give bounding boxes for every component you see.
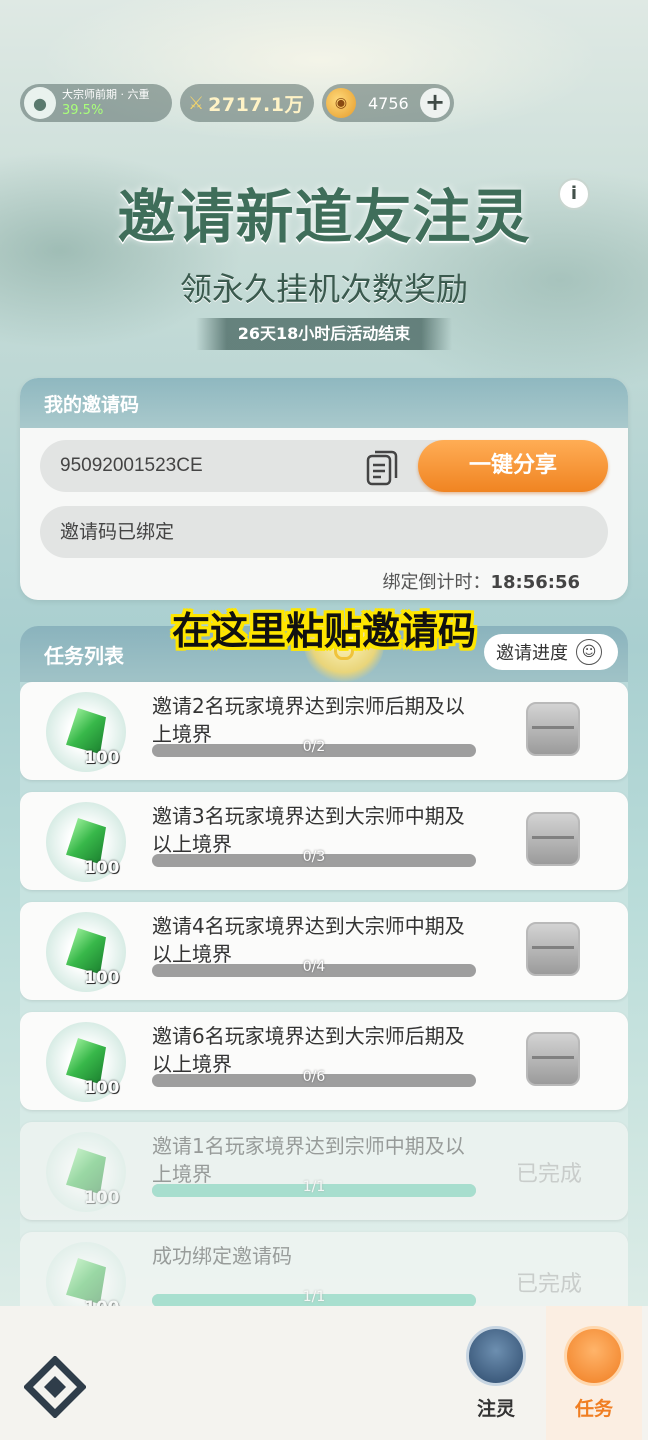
task-progress-text: 1/1: [302, 1289, 326, 1305]
realm-avatar-icon: ●: [24, 87, 56, 119]
reward-icon: 100: [46, 1242, 126, 1306]
page-subtitle: 领永久挂机次数奖励: [179, 270, 468, 308]
power-badge[interactable]: ⚔ 2717.1万: [180, 84, 314, 122]
realm-badge[interactable]: ● 大宗师前期 · 六重 39.5%: [20, 84, 172, 122]
reward-count: 100: [84, 968, 120, 988]
task-item[interactable]: 100 邀请1名玩家境界达到宗师中期及以上境界 1/1 已完成: [20, 1122, 628, 1220]
reward-count: 100: [84, 1078, 120, 1098]
task-icon: [564, 1326, 624, 1386]
task-progress-text: 0/4: [302, 959, 326, 975]
app-logo-icon[interactable]: [24, 1356, 86, 1418]
reward-count: 100: [84, 1188, 120, 1208]
task-progress-bar: 1/1: [152, 1289, 476, 1306]
task-progress-text: 0/2: [302, 739, 326, 755]
invite-section-title: 我的邀请码: [20, 378, 628, 428]
bind-countdown-value: 18:56:56: [490, 572, 580, 593]
nav-task[interactable]: 任务: [546, 1306, 642, 1440]
event-countdown: 26天18小时后活动结束: [196, 318, 452, 350]
realm-progress: 39.5%: [62, 103, 104, 118]
reward-icon: 100: [46, 1022, 126, 1102]
task-progress-text: 0/6: [302, 1069, 326, 1085]
treasure-chest-icon[interactable]: [526, 1032, 580, 1086]
bind-countdown-label: 绑定倒计时：: [382, 572, 491, 593]
reward-count: 100: [84, 748, 120, 768]
bottom-nav: 注灵 任务: [0, 1306, 648, 1440]
task-progress-text: 1/1: [302, 1179, 326, 1195]
task-item[interactable]: 100 邀请4名玩家境界达到大宗师中期及以上境界 0/4: [20, 902, 628, 1000]
reward-count: 100: [84, 1298, 120, 1306]
spirit-coin-icon: ◉: [326, 88, 356, 118]
task-progress-bar: 0/4: [152, 959, 476, 977]
treasure-chest-icon[interactable]: [526, 812, 580, 866]
task-item[interactable]: 100 邀请6名玩家境界达到大宗师后期及以上境界 0/6: [20, 1012, 628, 1110]
add-coin-button[interactable]: +: [420, 88, 450, 118]
reward-icon: 100: [46, 1132, 126, 1212]
zhuling-icon: [466, 1326, 526, 1386]
task-progress-bar: 1/1: [152, 1179, 476, 1197]
task-progress-bar: 0/2: [152, 739, 476, 757]
power-icon: ⚔: [188, 92, 205, 114]
power-value: 2717.1万: [208, 93, 304, 116]
share-button[interactable]: 一键分享: [418, 440, 608, 492]
treasure-chest-icon[interactable]: [526, 702, 580, 756]
nav-zhuling[interactable]: 注灵: [456, 1326, 536, 1421]
task-progress-bar: 0/6: [152, 1069, 476, 1087]
reward-count: 100: [84, 858, 120, 878]
status-bar: ● 大宗师前期 · 六重 39.5% ⚔ 2717.1万 ◉ 4756 +: [20, 84, 454, 122]
completed-label: 已完成: [516, 1162, 583, 1187]
nav-zhuling-label: 注灵: [476, 1398, 515, 1420]
task-progress-text: 0/3: [302, 849, 326, 865]
info-button[interactable]: i: [558, 178, 590, 210]
completed-label: 已完成: [516, 1272, 583, 1297]
task-progress-bar: 0/3: [152, 849, 476, 867]
reward-icon: 100: [46, 912, 126, 992]
task-list-panel: 任务列表 邀请进度 ☺ 100 邀请2名玩家境界达到宗师后期及以上境界 0/2 100…: [20, 626, 628, 1306]
coin-value: 4756: [368, 93, 409, 113]
reward-icon: 100: [46, 692, 126, 772]
coin-badge[interactable]: ◉ 4756 +: [322, 84, 454, 122]
task-item[interactable]: 100 邀请2名玩家境界达到宗师后期及以上境界 0/2: [20, 682, 628, 780]
task-item[interactable]: 100 邀请3名玩家境界达到大宗师中期及以上境界 0/3: [20, 792, 628, 890]
treasure-chest-icon[interactable]: [526, 922, 580, 976]
invite-code-field[interactable]: 95092001523CE 一键分享: [40, 440, 608, 492]
paste-caption: 在这里粘贴邀请码: [171, 609, 476, 653]
bind-countdown: 绑定倒计时：18:56:56: [382, 568, 580, 594]
task-item[interactable]: 100 成功绑定邀请码 1/1 已完成: [20, 1232, 628, 1306]
invite-code-panel: 我的邀请码 95092001523CE 一键分享 邀请码已绑定 绑定倒计时：18…: [20, 378, 628, 600]
nav-task-label: 任务: [574, 1398, 613, 1420]
copy-icon[interactable]: [366, 450, 398, 486]
task-title: 成功绑定邀请码: [152, 1244, 292, 1268]
realm-name: 大宗师前期 · 六重: [62, 88, 150, 101]
reward-icon: 100: [46, 802, 126, 882]
page-title: 邀请新道友注灵: [117, 183, 531, 251]
invite-code-value: 95092001523CE: [60, 455, 203, 476]
invite-code-input[interactable]: 邀请码已绑定: [40, 506, 608, 558]
